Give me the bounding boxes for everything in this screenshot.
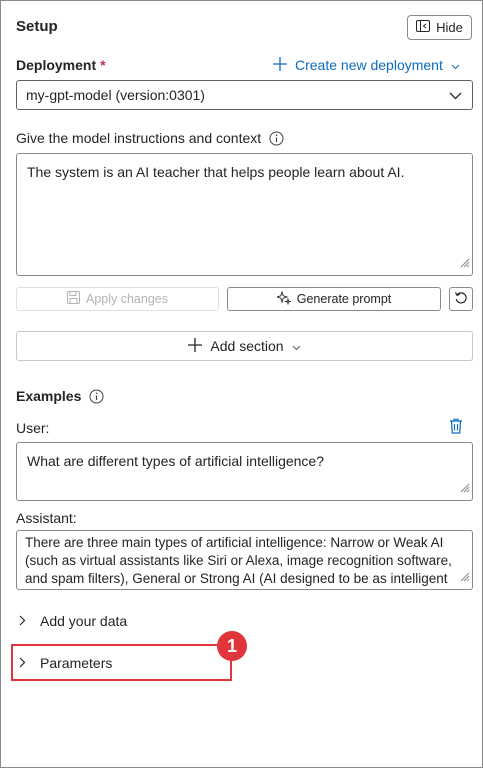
assistant-example-textarea[interactable]: There are three main types of artificial… [16, 530, 473, 590]
hide-button-label: Hide [436, 20, 463, 35]
add-your-data-section[interactable]: Add your data [19, 613, 127, 629]
sparkle-icon [275, 290, 292, 308]
apply-changes-label: Apply changes [85, 292, 168, 306]
create-deployment-label: Create new deployment [295, 57, 443, 73]
setup-panel: Setup Hide Deployment * Create new deploy… [0, 0, 483, 768]
create-deployment-link[interactable]: Create new deployment [273, 55, 460, 75]
required-mark: * [100, 57, 106, 73]
deployment-label-text: Deployment [16, 57, 97, 73]
deployment-selected-value: my-gpt-model (version:0301) [26, 87, 205, 103]
generate-prompt-label: Generate prompt [296, 292, 392, 306]
parameters-highlight-box [11, 644, 232, 681]
add-your-data-label: Add your data [40, 613, 128, 629]
instructions-value: The system is an AI teacher that helps p… [27, 164, 405, 180]
info-icon[interactable] [89, 389, 104, 404]
add-section-button[interactable]: Add section [16, 331, 473, 361]
info-icon[interactable] [269, 131, 284, 146]
panel-title: Setup [16, 18, 58, 35]
instructions-label-text: Give the model instructions and context [16, 130, 262, 146]
user-example-textarea[interactable]: What are different types of artificial i… [16, 442, 473, 501]
step-badge: 1 [217, 631, 247, 661]
instructions-label: Give the model instructions and context [16, 130, 284, 146]
generate-prompt-button[interactable]: Generate prompt [227, 287, 441, 311]
user-example-value: What are different types of artificial i… [27, 453, 325, 469]
hide-panel-icon [416, 20, 431, 35]
instructions-textarea[interactable]: The system is an AI teacher that helps p… [16, 153, 473, 276]
deployment-select[interactable]: my-gpt-model (version:0301) [16, 80, 473, 110]
chevron-down-icon [292, 338, 301, 354]
chevron-right-icon [19, 613, 26, 629]
resize-grip-icon[interactable] [460, 569, 470, 587]
delete-example-button[interactable] [449, 418, 463, 437]
chevron-down-icon [451, 57, 460, 73]
reset-icon [454, 291, 468, 308]
trash-icon [449, 418, 463, 437]
save-icon [66, 291, 80, 307]
user-label: User: [16, 420, 50, 436]
assistant-label: Assistant: [16, 510, 77, 526]
chevron-down-icon [449, 87, 462, 103]
examples-heading: Examples [16, 388, 104, 404]
examples-label: Examples [16, 388, 82, 404]
hide-button[interactable]: Hide [407, 15, 472, 40]
assistant-example-value: There are three main types of artificial… [25, 535, 452, 586]
add-section-label: Add section [210, 338, 284, 354]
plus-icon [273, 56, 287, 74]
deployment-label: Deployment * [16, 57, 106, 73]
resize-grip-icon[interactable] [460, 253, 470, 273]
apply-changes-button[interactable]: Apply changes [16, 287, 219, 311]
resize-grip-icon[interactable] [460, 478, 470, 498]
reset-button[interactable] [449, 287, 473, 311]
plus-icon [188, 337, 203, 355]
